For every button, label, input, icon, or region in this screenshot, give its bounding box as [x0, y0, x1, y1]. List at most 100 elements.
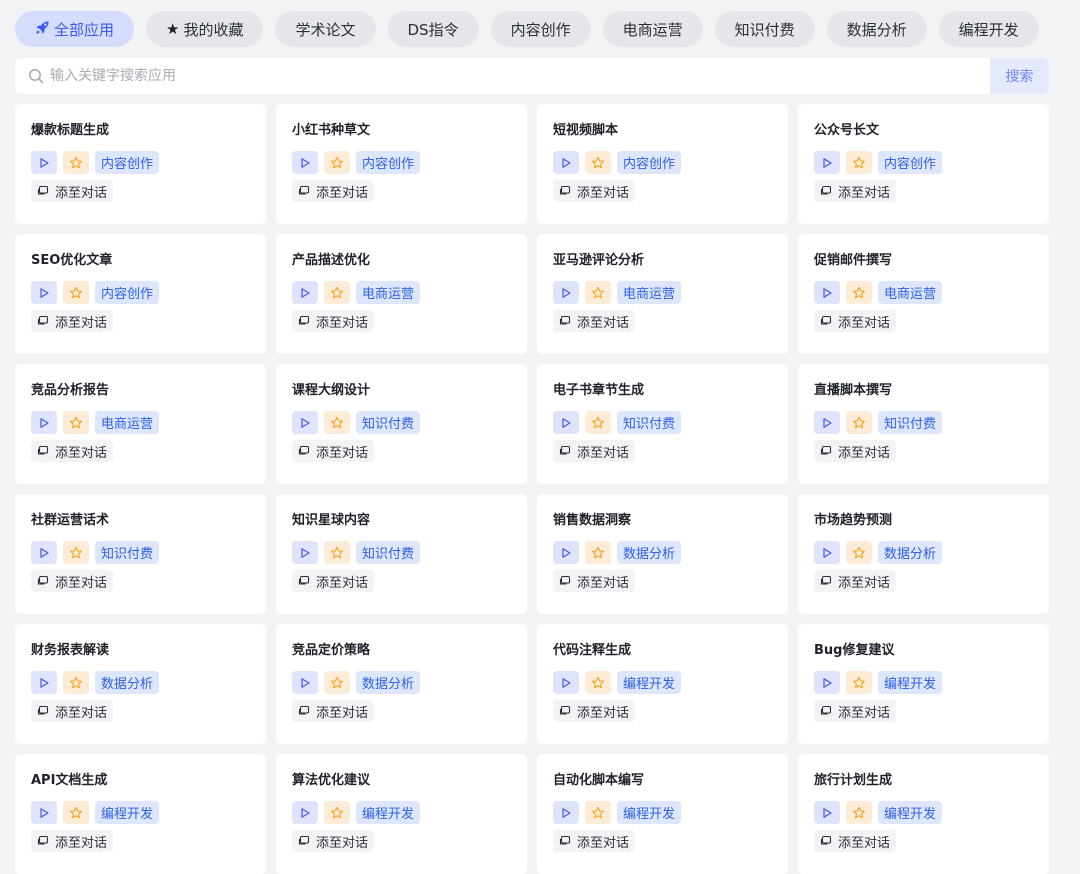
add-to-chat-button[interactable]: 添至对话	[31, 180, 114, 202]
favorite-button[interactable]	[846, 801, 872, 824]
search-input[interactable]	[44, 58, 990, 94]
run-button[interactable]	[814, 151, 840, 174]
app-card[interactable]: SEO优化文章 内容创作 添至对话	[15, 234, 266, 354]
app-card[interactable]: 社群运营话术 知识付费 添至对话	[15, 494, 266, 614]
run-button[interactable]	[292, 281, 318, 304]
add-to-chat-button[interactable]: 添至对话	[292, 700, 375, 722]
favorite-button[interactable]	[63, 801, 89, 824]
run-button[interactable]	[31, 801, 57, 824]
app-card[interactable]: 爆款标题生成 内容创作 添至对话	[15, 104, 266, 224]
favorite-button[interactable]	[63, 151, 89, 174]
search-button[interactable]: 搜索	[990, 58, 1049, 94]
tab-6[interactable]: 知识付费	[714, 11, 815, 47]
app-card[interactable]: 小红书种草文 内容创作 添至对话	[276, 104, 527, 224]
add-to-chat-button[interactable]: 添至对话	[814, 830, 897, 852]
run-button[interactable]	[31, 671, 57, 694]
add-to-chat-button[interactable]: 添至对话	[31, 310, 114, 332]
tab-8[interactable]: 编程开发	[938, 11, 1039, 47]
favorite-button[interactable]	[846, 671, 872, 694]
add-to-chat-button[interactable]: 添至对话	[292, 180, 375, 202]
favorite-button[interactable]	[324, 411, 350, 434]
run-button[interactable]	[292, 411, 318, 434]
add-to-chat-button[interactable]: 添至对话	[553, 180, 636, 202]
run-button[interactable]	[31, 281, 57, 304]
app-card[interactable]: Bug修复建议 编程开发 添至对话	[798, 624, 1049, 744]
favorite-button[interactable]	[846, 541, 872, 564]
app-card[interactable]: 竞品分析报告 电商运营 添至对话	[15, 364, 266, 484]
run-button[interactable]	[553, 801, 579, 824]
add-to-chat-button[interactable]: 添至对话	[814, 570, 897, 592]
app-card[interactable]: 课程大纲设计 知识付费 添至对话	[276, 364, 527, 484]
add-to-chat-button[interactable]: 添至对话	[292, 310, 375, 332]
favorite-button[interactable]	[63, 671, 89, 694]
add-to-chat-button[interactable]: 添至对话	[553, 310, 636, 332]
run-button[interactable]	[814, 801, 840, 824]
app-card[interactable]: 电子书章节生成 知识付费 添至对话	[537, 364, 788, 484]
tab-3[interactable]: DS指令	[387, 11, 479, 47]
run-button[interactable]	[553, 671, 579, 694]
add-to-chat-button[interactable]: 添至对话	[292, 440, 375, 462]
add-to-chat-button[interactable]: 添至对话	[814, 310, 897, 332]
favorite-button[interactable]	[324, 281, 350, 304]
app-card[interactable]: 促销邮件撰写 电商运营 添至对话	[798, 234, 1049, 354]
tab-7[interactable]: 数据分析	[826, 11, 927, 47]
favorite-button[interactable]	[63, 281, 89, 304]
favorite-button[interactable]	[585, 151, 611, 174]
tab-0[interactable]: 全部应用	[15, 11, 135, 47]
tab-5[interactable]: 电商运营	[602, 11, 703, 47]
app-card[interactable]: 知识星球内容 知识付费 添至对话	[276, 494, 527, 614]
app-card[interactable]: 亚马逊评论分析 电商运营 添至对话	[537, 234, 788, 354]
add-to-chat-button[interactable]: 添至对话	[553, 830, 636, 852]
favorite-button[interactable]	[324, 671, 350, 694]
favorite-button[interactable]	[585, 801, 611, 824]
add-to-chat-button[interactable]: 添至对话	[292, 830, 375, 852]
favorite-button[interactable]	[846, 151, 872, 174]
favorite-button[interactable]	[324, 151, 350, 174]
run-button[interactable]	[31, 541, 57, 564]
add-to-chat-button[interactable]: 添至对话	[292, 570, 375, 592]
app-card[interactable]: 自动化脚本编写 编程开发 添至对话	[537, 754, 788, 874]
add-to-chat-button[interactable]: 添至对话	[814, 700, 897, 722]
favorite-button[interactable]	[585, 671, 611, 694]
run-button[interactable]	[292, 541, 318, 564]
app-card[interactable]: API文档生成 编程开发 添至对话	[15, 754, 266, 874]
add-to-chat-button[interactable]: 添至对话	[553, 440, 636, 462]
favorite-button[interactable]	[63, 541, 89, 564]
add-to-chat-button[interactable]: 添至对话	[31, 830, 114, 852]
run-button[interactable]	[292, 151, 318, 174]
favorite-button[interactable]	[324, 541, 350, 564]
add-to-chat-button[interactable]: 添至对话	[553, 570, 636, 592]
run-button[interactable]	[814, 281, 840, 304]
favorite-button[interactable]	[324, 801, 350, 824]
app-card[interactable]: 产品描述优化 电商运营 添至对话	[276, 234, 527, 354]
run-button[interactable]	[814, 541, 840, 564]
favorite-button[interactable]	[846, 281, 872, 304]
run-button[interactable]	[292, 801, 318, 824]
favorite-button[interactable]	[585, 281, 611, 304]
app-card[interactable]: 市场趋势预测 数据分析 添至对话	[798, 494, 1049, 614]
app-card[interactable]: 算法优化建议 编程开发 添至对话	[276, 754, 527, 874]
add-to-chat-button[interactable]: 添至对话	[553, 700, 636, 722]
add-to-chat-button[interactable]: 添至对话	[31, 700, 114, 722]
run-button[interactable]	[31, 411, 57, 434]
tab-2[interactable]: 学术论文	[275, 11, 376, 47]
run-button[interactable]	[814, 671, 840, 694]
app-card[interactable]: 财务报表解读 数据分析 添至对话	[15, 624, 266, 744]
run-button[interactable]	[31, 151, 57, 174]
run-button[interactable]	[553, 541, 579, 564]
run-button[interactable]	[553, 281, 579, 304]
add-to-chat-button[interactable]: 添至对话	[814, 180, 897, 202]
app-card[interactable]: 短视频脚本 内容创作 添至对话	[537, 104, 788, 224]
favorite-button[interactable]	[585, 411, 611, 434]
run-button[interactable]	[814, 411, 840, 434]
add-to-chat-button[interactable]: 添至对话	[31, 440, 114, 462]
app-card[interactable]: 销售数据洞察 数据分析 添至对话	[537, 494, 788, 614]
favorite-button[interactable]	[585, 541, 611, 564]
app-card[interactable]: 公众号长文 内容创作 添至对话	[798, 104, 1049, 224]
app-card[interactable]: 竞品定价策略 数据分析 添至对话	[276, 624, 527, 744]
add-to-chat-button[interactable]: 添至对话	[31, 570, 114, 592]
app-card[interactable]: 旅行计划生成 编程开发 添至对话	[798, 754, 1049, 874]
tab-4[interactable]: 内容创作	[490, 11, 591, 47]
run-button[interactable]	[553, 151, 579, 174]
favorite-button[interactable]	[846, 411, 872, 434]
